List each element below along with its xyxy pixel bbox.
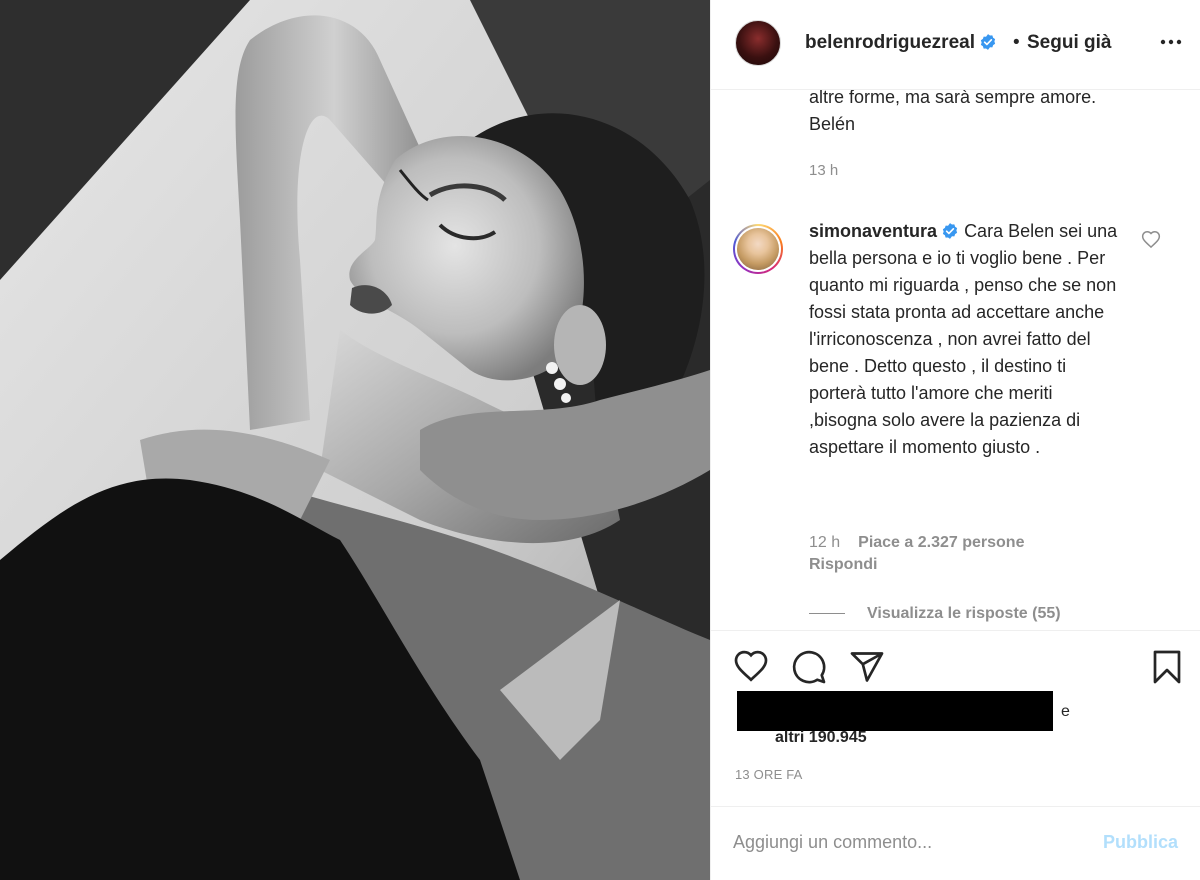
add-comment-bar: Pubblica	[711, 806, 1200, 880]
author-username[interactable]: belenrodriguezreal	[805, 32, 997, 54]
comment-input[interactable]	[733, 827, 1083, 857]
comment-text-block: simonaventura Cara Belen sei una bella p…	[809, 218, 1119, 461]
post-timestamp[interactable]: 13 ORE FA	[735, 767, 803, 782]
reply-button[interactable]: Rispondi	[809, 556, 877, 574]
more-options-icon[interactable]	[1159, 30, 1183, 54]
comment-likes-count[interactable]: Piace a 2.327 persone	[858, 534, 1024, 551]
post-photo[interactable]	[0, 0, 710, 880]
verified-badge-icon	[942, 223, 958, 239]
commenter-avatar-image	[737, 228, 779, 270]
view-replies-divider	[809, 613, 845, 615]
verified-badge-icon	[980, 34, 996, 50]
publish-button[interactable]: Pubblica	[1103, 832, 1178, 853]
follow-status-button[interactable]: Segui già	[1027, 32, 1111, 54]
share-icon[interactable]	[849, 649, 885, 685]
comment-like-heart-icon[interactable]	[1141, 230, 1161, 250]
view-replies-label[interactable]: Visualizza le risposte (55)	[867, 605, 1061, 622]
header-separator: •	[1013, 32, 1020, 53]
author-avatar[interactable]	[735, 20, 781, 66]
post-photo-art	[0, 0, 710, 880]
post-actions: e altri 190.945 13 ORE FA	[711, 630, 1200, 800]
comments-scroll-area[interactable]: altre forme, ma sarà sempre amore. Belén…	[711, 90, 1200, 630]
view-replies-button[interactable]: Visualizza le risposte (55)	[809, 605, 1061, 623]
comment-timestamp[interactable]: 12 h	[809, 534, 840, 551]
commenter-avatar-frame	[735, 226, 781, 272]
commenter-username[interactable]: simonaventura	[809, 221, 937, 241]
comment-text: Cara Belen sei una bella persona e io ti…	[809, 221, 1118, 457]
bookmark-icon[interactable]	[1149, 649, 1185, 685]
caption-text: altre forme, ma sarà sempre amore. Belén	[809, 90, 1169, 138]
commenter-avatar[interactable]	[733, 224, 783, 274]
comment-meta: 12 h Piace a 2.327 persone	[809, 534, 1024, 552]
likes-count-link[interactable]: altri 190.945	[775, 729, 867, 747]
heart-icon[interactable]	[733, 649, 769, 685]
post-header: belenrodriguezreal • Segui già	[711, 0, 1200, 90]
caption-timestamp[interactable]: 13 h	[809, 162, 838, 179]
author-username-text[interactable]: belenrodriguezreal	[805, 32, 975, 53]
likers-conjunction: e	[1061, 703, 1070, 720]
comment-icon[interactable]	[791, 649, 827, 685]
likers-redaction	[737, 691, 1053, 731]
caption-line: altre forme, ma sarà sempre amore.	[809, 90, 1097, 107]
post-side-panel: belenrodriguezreal • Segui già altre for…	[710, 0, 1200, 880]
caption-line: Belén	[809, 114, 856, 134]
